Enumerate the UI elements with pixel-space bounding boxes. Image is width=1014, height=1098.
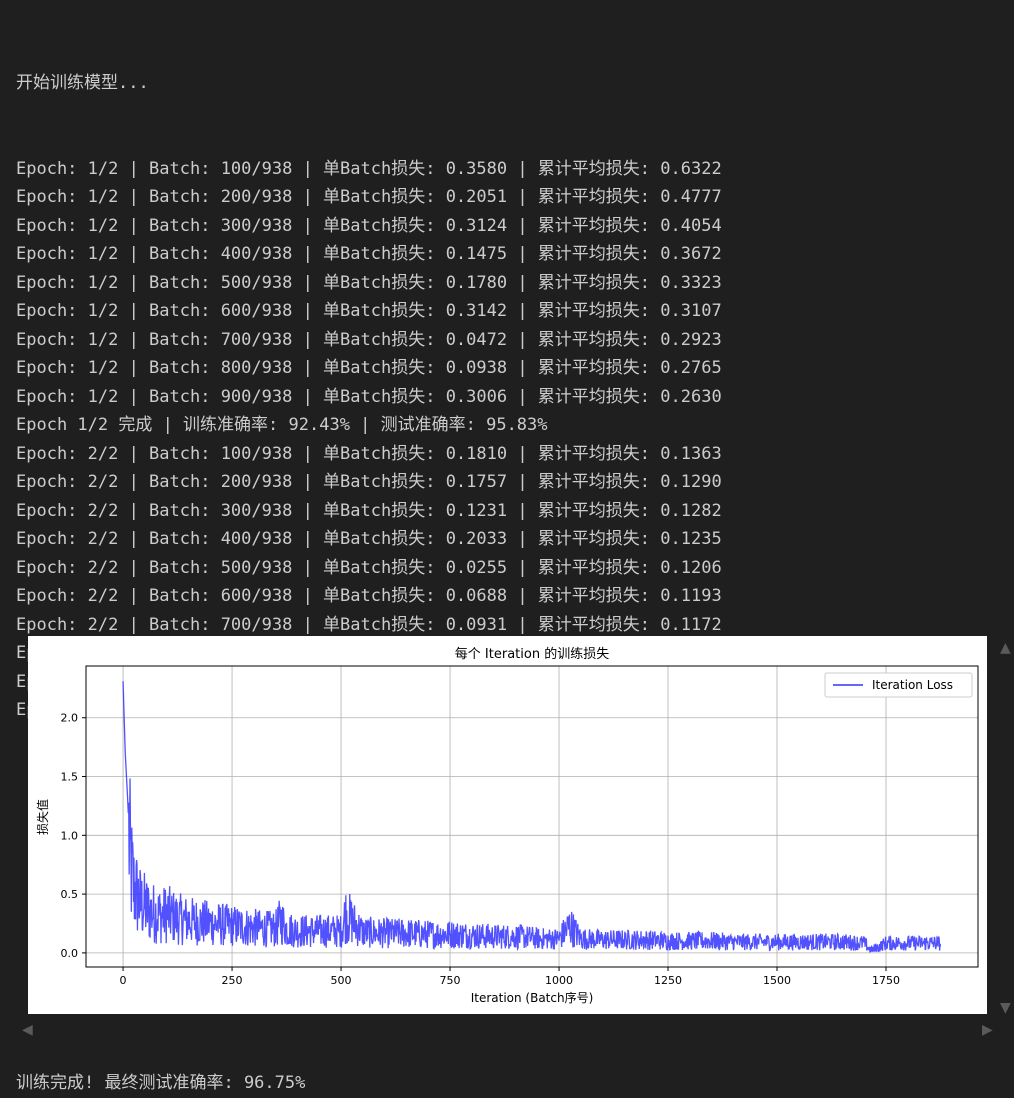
output-line: Epoch: 2/2 | Batch: 400/938 | 单Batch损失: … — [16, 529, 722, 549]
x-tick-label: 750 — [440, 974, 461, 987]
output-line: Epoch: 1/2 | Batch: 200/938 | 单Batch损失: … — [16, 187, 722, 207]
output-line: Epoch: 1/2 | Batch: 600/938 | 单Batch损失: … — [16, 301, 722, 321]
loss-chart: 0 250 500 750 1000 1250 1500 1750 0.0 0.5 1.0 1.5 2.… — [35, 646, 979, 1005]
scroll-left-icon[interactable]: ◀ — [22, 1022, 33, 1038]
output-line: Epoch: 1/2 | Batch: 900/938 | 单Batch损失: … — [16, 386, 722, 407]
x-tick-label: 1750 — [872, 974, 900, 987]
output-line: Epoch: 2/2 | Batch: 700/938 | 单Batch损失: … — [16, 614, 722, 635]
output-line: Epoch: 1/2 | Batch: 700/938 | 单Batch损失: … — [16, 329, 722, 350]
x-tick-label: 250 — [222, 974, 243, 987]
output-line: Epoch: 2/2 | Batch: 200/938 | 单Batch损失: … — [16, 472, 722, 492]
final-result-text: 训练完成! 最终测试准确率: 96.75% — [16, 1073, 306, 1093]
x-tick-label: 1000 — [545, 974, 573, 987]
scroll-down-icon[interactable]: ▼ — [1000, 1000, 1011, 1016]
output-header: 开始训练模型... — [16, 73, 149, 93]
output-line: Epoch: 1/2 | Batch: 500/938 | 单Batch损失: … — [16, 272, 722, 293]
output-line: Epoch: 2/2 | Batch: 600/938 | 单Batch损失: … — [16, 586, 722, 606]
y-tick-label: 2.0 — [61, 712, 79, 725]
y-tick-label: 0.0 — [61, 947, 79, 960]
output-line: Epoch 1/2 完成 | 训练准确率: 92.43% | 测试准确率: 95… — [16, 415, 548, 435]
y-tick-label: 1.5 — [61, 771, 79, 784]
scroll-right-icon[interactable]: ▶ — [982, 1022, 993, 1038]
x-axis-label: Iteration (Batch序号) — [471, 990, 594, 1005]
chart-title: 每个 Iteration 的训练损失 — [455, 646, 609, 662]
x-tick-label: 500 — [331, 974, 352, 987]
chart-legend: Iteration Loss — [824, 672, 973, 698]
output-line: Epoch: 1/2 | Batch: 400/938 | 单Batch损失: … — [16, 244, 722, 264]
loss-plot: 0 250 500 750 1000 1250 1500 1750 0.0 0.5 1.0 1.5 2.… — [28, 636, 987, 1014]
y-tick-label: 0.5 — [61, 888, 79, 901]
scroll-up-icon[interactable]: ▲ — [1000, 640, 1011, 656]
output-line: Epoch: 2/2 | Batch: 300/938 | 单Batch损失: … — [16, 500, 722, 521]
x-tick-label: 1250 — [654, 974, 682, 987]
output-line: Epoch: 1/2 | Batch: 800/938 | 单Batch损失: … — [16, 358, 722, 378]
x-tick-label: 0 — [120, 974, 127, 987]
legend-label: Iteration Loss — [872, 678, 953, 692]
output-line: Epoch: 1/2 | Batch: 100/938 | 单Batch损失: … — [16, 158, 722, 179]
x-tick-label: 1500 — [763, 974, 791, 987]
output-line: Epoch: 1/2 | Batch: 300/938 | 单Batch损失: … — [16, 215, 722, 236]
y-axis-label: 损失值 — [35, 799, 50, 835]
output-line: Epoch: 2/2 | Batch: 100/938 | 单Batch损失: … — [16, 443, 722, 464]
output-line: Epoch: 2/2 | Batch: 500/938 | 单Batch损失: … — [16, 557, 722, 578]
y-tick-label: 1.0 — [61, 829, 79, 842]
series-line-iteration-loss — [122, 681, 942, 953]
